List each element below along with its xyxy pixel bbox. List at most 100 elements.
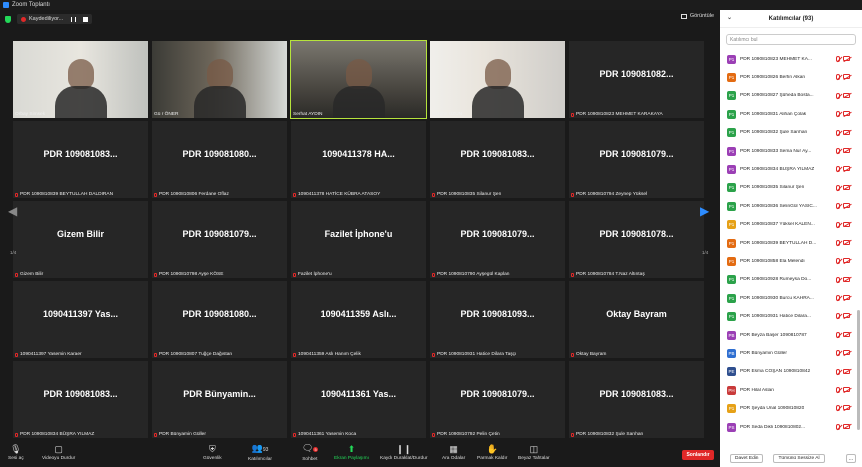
tile-name-label: PDR 1090810832 Şule Sarıhan <box>576 432 644 437</box>
mic-muted-icon <box>836 239 840 246</box>
participant-row[interactable]: P1 PDR 1090810858 Ela Melendi <box>720 252 862 270</box>
view-button[interactable]: Görüntüle <box>680 13 714 19</box>
video-tile[interactable]: Fazilet İphone'u Fazilet İphone'u <box>291 201 426 278</box>
video-tile[interactable]: PDR Bünyamin... PDR Bünyamin Güller <box>152 361 287 438</box>
breakout-rooms-button[interactable]: ▦ Ara Odalar <box>442 438 465 467</box>
tile-name-label: 1090411361 Yasemin Koca <box>298 432 357 437</box>
participant-row[interactable]: P1 PDR 1090810833 Sema Nur Ay... <box>720 142 862 160</box>
pause-record-icon: ❙❙ <box>396 444 412 454</box>
page-indicator-right: 1/4 <box>702 250 709 255</box>
video-tile[interactable]: 1090411397 Yas... 1090411397 Yasemin Kara… <box>13 281 148 358</box>
participant-row[interactable]: P1 PDR 1090810928 Rumeysa Do... <box>720 271 862 289</box>
mute-all-button[interactable]: Tümünü Sessize Al <box>773 454 825 463</box>
stop-video-button[interactable]: ▢ Videoyu Durdur <box>42 438 75 467</box>
video-tile[interactable]: PDR 109081079... PDR 1090810790 Ayşegül K… <box>430 201 565 278</box>
security-button[interactable]: ⛨ Güvenlik <box>203 438 222 467</box>
video-tile[interactable]: PDR 109081078... PDR 1090810784 T.Naz Alt… <box>569 201 704 278</box>
chevron-down-icon[interactable]: ⌄ <box>727 14 732 21</box>
video-tile[interactable]: PDR 109081080... PDR 1090810806 Ferdane O… <box>152 121 287 198</box>
pause-icon[interactable] <box>71 16 77 22</box>
end-meeting-button[interactable]: Sonlandır <box>682 450 714 460</box>
video-tile[interactable]: 1090411361 Yas... 1090411361 Yasemin Koca <box>291 361 426 438</box>
participant-row[interactable]: PB PDR Beyza Başer 1090810787 <box>720 326 862 344</box>
participant-row[interactable]: P1 PDR 1090810823 MEHMET KA... <box>720 50 862 68</box>
panel-footer: Davet Edin Tümünü Sessize Al ... <box>720 450 862 467</box>
mic-muted-icon <box>15 352 18 357</box>
raise-hand-button[interactable]: ✋ Parmak Kaldır <box>477 438 507 467</box>
participant-row[interactable]: P1 PDR 1090810931 Hatice Dilara... <box>720 307 862 325</box>
next-page-icon[interactable]: ▶ <box>700 204 709 218</box>
video-tile[interactable]: PDR 109081083... PDR 1090810834 BÜŞRA YIL… <box>13 361 148 438</box>
stop-icon[interactable] <box>83 16 89 22</box>
participant-row[interactable]: P1 PDR 1090810827 Şüheda Bosta... <box>720 87 862 105</box>
video-tile[interactable]: Gizem Bilir Gizem Bilir <box>13 201 148 278</box>
video-tile[interactable]: 1090411378 HA... 1090411378 HATİCE KÜBRA … <box>291 121 426 198</box>
panel-header: ⌄ Katılımcılar (93) <box>720 10 862 28</box>
video-tile[interactable]: Gü r ÖNER <box>152 41 287 118</box>
record-button[interactable]: ❙❙ Kaydı Duraklat/Durdur <box>380 438 427 467</box>
video-tile[interactable]: Serhat AYDIN <box>290 40 427 119</box>
camera-off-icon <box>843 129 850 135</box>
avatar: P1 <box>727 183 736 193</box>
video-tile[interactable]: PDR 109081093... PDR 1090810931 Hatice Di… <box>430 281 565 358</box>
tile-label: PDR 1090810835 Silanur Şen <box>432 192 501 197</box>
participant-name: PDR 1090810928 Rumeysa Do... <box>740 277 812 283</box>
tile-name-label: PDR 1090810807 Tuğçe Dağıstan <box>159 352 233 357</box>
participants-button[interactable]: 👥93 Katılımcılar <box>248 438 272 467</box>
video-tile[interactable]: PDR 109081082... PDR 1090810823 MEHMET KA… <box>569 41 704 118</box>
more-options-button[interactable]: ... <box>845 454 856 463</box>
shield-icon[interactable] <box>5 15 11 23</box>
mic-muted-icon <box>836 387 840 394</box>
participants-label: Katılımcılar <box>248 457 272 462</box>
camera-off-icon <box>843 368 850 374</box>
camera-off-icon <box>843 258 850 264</box>
video-tile[interactable]: Oktay Bayram Oktay Bayram <box>569 281 704 358</box>
video-tile[interactable]: PDR 109081079... PDR 1090810798 Ayşe KÖSE <box>152 201 287 278</box>
participant-scrollbar[interactable] <box>857 310 860 430</box>
whiteboard-button[interactable]: ◫ Beyaz Tahtalar <box>518 438 550 467</box>
participant-row[interactable]: PH PDR Hilal Aslan <box>720 381 862 399</box>
video-tile[interactable]: PDR 109081083... PDR 1090810839 BEYTULLAH… <box>13 121 148 198</box>
participant-status-icons <box>836 368 850 375</box>
video-tile[interactable]: PDR 109081083... PDR 1090810832 Şule Sarı… <box>569 361 704 438</box>
participant-row[interactable]: PS PDR Seda Dikli 1090810802... <box>720 418 862 436</box>
video-tile[interactable]: Orbay Simsek <box>13 41 148 118</box>
video-tile[interactable]: PDR 109081080... PDR 1090810807 Tuğçe Dağ… <box>152 281 287 358</box>
participant-video <box>430 41 565 118</box>
participant-row[interactable]: P1 PDR 1090810839 BEYTULLAH D... <box>720 234 862 252</box>
participant-search-input[interactable]: Katılımcı bul <box>726 34 856 45</box>
participant-row[interactable]: P1 PDR 1090810930 Burcu KAHRA... <box>720 289 862 307</box>
participant-row[interactable]: P1 PDR Şeyda Ünal 1090810820 <box>720 399 862 417</box>
share-screen-label: Ekran Paylaşımı <box>334 456 369 461</box>
participant-row[interactable]: P1 PDR 1090810836 SelinGül YASIC... <box>720 197 862 215</box>
security-label: Güvenlik <box>203 456 222 461</box>
invite-button[interactable]: Davet Edin <box>730 454 764 463</box>
video-tile[interactable]: PDR 109081079... PDR 1090810794 Zeynep Yü… <box>569 121 704 198</box>
video-tile[interactable]: 1090411359 Aslı... 1090411359 Aslı Hanım … <box>291 281 426 358</box>
prev-page-icon[interactable]: ◀ <box>8 204 17 218</box>
participant-row[interactable]: P1 PDR 1090810831 Alihan Çolak <box>720 105 862 123</box>
share-screen-button[interactable]: ⬆ Ekran Paylaşımı <box>334 438 369 467</box>
chat-button[interactable]: 🗨5 Sohbet <box>302 438 318 467</box>
participant-row[interactable]: P1 PDR 1090810834 BÜŞRA YILMAZ <box>720 160 862 178</box>
video-tile[interactable]: PDR 109081083... PDR 1090810835 Silanur Ş… <box>430 121 565 198</box>
mic-muted-icon <box>836 221 840 228</box>
participant-figure <box>345 59 372 89</box>
participant-row[interactable]: PE PDR Esma COŞAN 1090810842 <box>720 363 862 381</box>
participant-row[interactable]: P1 PDR 1090810826 Berfin Alkan <box>720 68 862 86</box>
participant-status-icons <box>836 295 850 302</box>
tile-label: PDR 1090810790 Ayşegül Kaplan <box>432 272 509 277</box>
participant-status-icons <box>836 111 850 118</box>
participant-row[interactable]: P1 PDR 1090810832 Şule Sarıhan <box>720 124 862 142</box>
video-tile[interactable]: Gülgün UZUN <box>430 41 565 118</box>
tile-label: PDR 1090810798 Ayşe KÖSE <box>154 272 223 277</box>
participant-row[interactable]: P1 PDR 1090810837 Yüksel KALEN... <box>720 216 862 234</box>
unmute-button[interactable]: 🎙 Sesi aç <box>8 438 24 467</box>
tile-name-label: PDR 1090810806 Ferdane Oflaz <box>159 192 229 197</box>
mic-muted-icon <box>836 423 840 430</box>
participant-name: PDR 1090810831 Alihan Çolak <box>740 111 807 117</box>
participant-row[interactable]: P1 PDR 1090810835 Silanur Şen <box>720 179 862 197</box>
video-tile[interactable]: PDR 109081079... PDR 1090810792 Pelin Çet… <box>430 361 565 438</box>
tile-display-name: PDR 109081083... <box>460 149 535 159</box>
participant-row[interactable]: PB PDR Bünyamin Güller <box>720 344 862 362</box>
